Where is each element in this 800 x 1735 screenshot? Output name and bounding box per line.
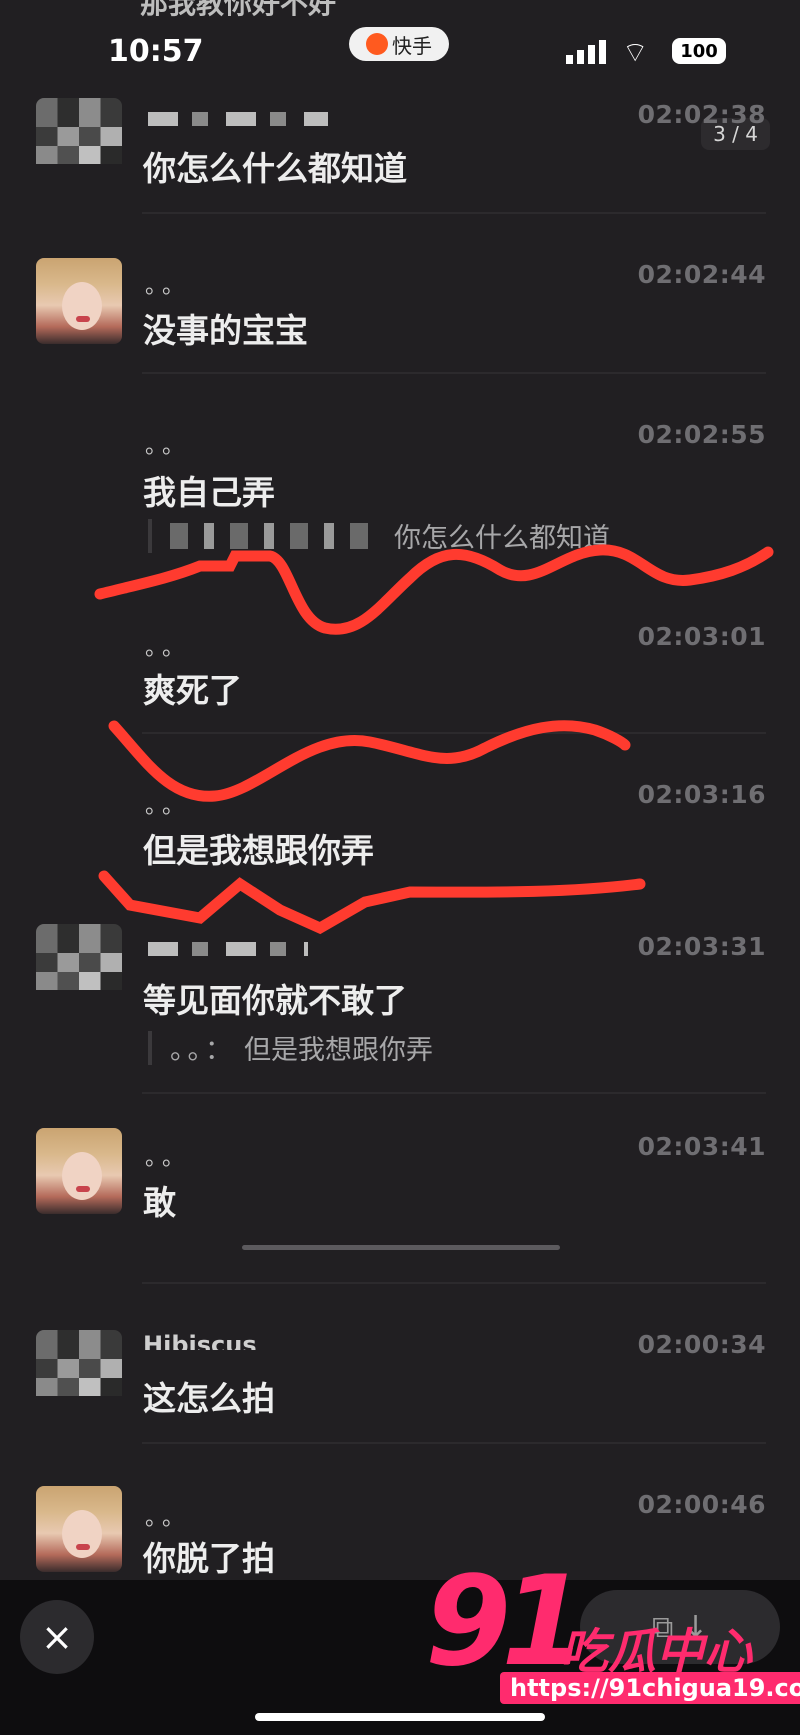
scribble-1: [94, 544, 774, 635]
watermark-number: 91: [425, 1550, 588, 1694]
watermark-url: https://91chigua19.com: [500, 1672, 800, 1704]
scribble-2: [108, 720, 631, 802]
close-icon: ×: [41, 1615, 73, 1659]
scribble-3: [98, 870, 646, 935]
red-scribble-overlay: [94, 544, 774, 935]
home-indicator: [255, 1713, 545, 1721]
close-button[interactable]: ×: [20, 1600, 94, 1674]
